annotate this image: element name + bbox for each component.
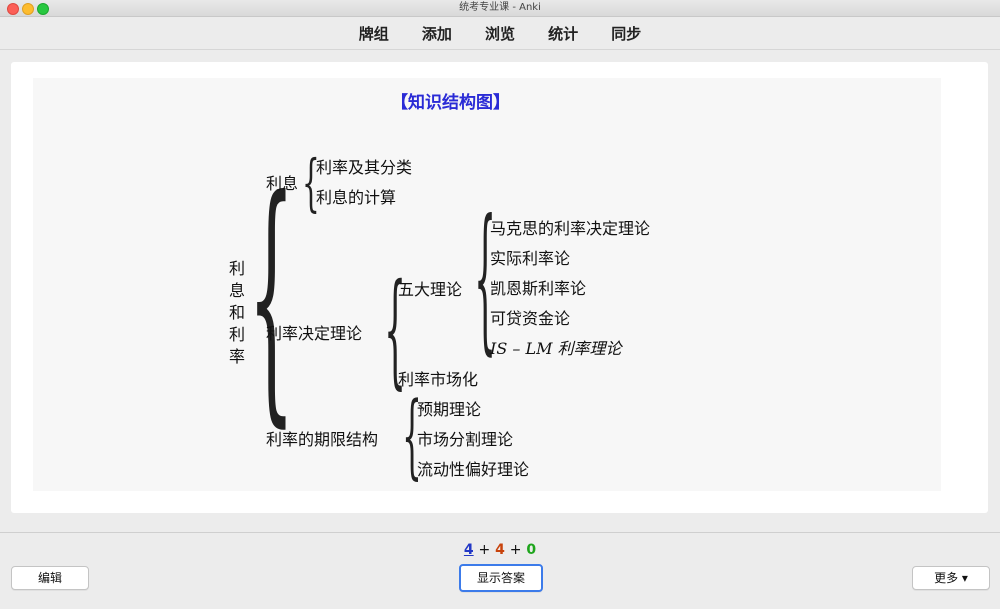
leaf-islm-theory: IS – LM 利率理论 — [490, 339, 622, 358]
leaf-rate-classification: 利率及其分类 — [316, 158, 413, 177]
bottom-divider — [0, 532, 1000, 533]
learning-count: 4 — [495, 542, 505, 558]
card-heading: 【知识结构图】 — [391, 93, 510, 113]
due-counts: 4 + 4 + 0 — [0, 542, 1000, 558]
card-image: 【知识结构图】 利息和利率 { 利息 { 利率及其分类 利息的计算 利率决定理论… — [33, 78, 941, 491]
toolbar-browse[interactable]: 浏览 — [485, 23, 515, 44]
edit-button[interactable]: 编辑 — [11, 566, 89, 590]
sub-five-theories: 五大理论 — [398, 280, 463, 299]
count-separator-2: + — [509, 542, 522, 558]
toolbar-add[interactable]: 添加 — [422, 23, 452, 44]
show-answer-button[interactable]: 显示答案 — [459, 564, 543, 592]
leaf-expectations-theory: 预期理论 — [417, 400, 482, 419]
toolbar-decks[interactable]: 牌组 — [359, 23, 389, 44]
branch-rate-determination: 利率决定理论 — [266, 324, 363, 343]
leaf-real-rate-theory: 实际利率论 — [490, 249, 571, 268]
title-bar: 统考专业课 - Anki — [0, 0, 1000, 17]
root-node: 利息和利率 — [229, 259, 246, 366]
zoom-window-icon[interactable] — [37, 3, 49, 15]
more-button[interactable]: 更多 ▾ — [912, 566, 990, 590]
leaf-market-segmentation-theory: 市场分割理论 — [417, 430, 514, 449]
card-view: 【知识结构图】 利息和利率 { 利息 { 利率及其分类 利息的计算 利率决定理论… — [11, 62, 988, 513]
close-window-icon[interactable] — [7, 3, 19, 15]
minimize-window-icon[interactable] — [22, 3, 34, 15]
leaf-keynes-theory: 凯恩斯利率论 — [490, 279, 587, 298]
main-toolbar: 牌组 添加 浏览 统计 同步 — [0, 17, 1000, 50]
leaf-marx-theory: 马克思的利率决定理论 — [490, 219, 651, 238]
leaf-loanable-funds-theory: 可贷资金论 — [490, 309, 571, 328]
window-title: 统考专业课 - Anki — [459, 2, 541, 13]
root-brace: { — [248, 144, 295, 449]
toolbar-sync[interactable]: 同步 — [611, 23, 641, 44]
branch-interest: 利息 — [266, 174, 299, 193]
leaf-liquidity-preference-theory: 流动性偏好理论 — [417, 460, 530, 479]
count-separator-1: + — [478, 542, 491, 558]
branch-term-structure: 利率的期限结构 — [266, 430, 379, 449]
toolbar-stats[interactable]: 统计 — [548, 23, 578, 44]
leaf-interest-calculation: 利息的计算 — [316, 188, 397, 207]
toolbar-nav: 牌组 添加 浏览 统计 同步 — [345, 23, 655, 44]
new-count: 4 — [463, 542, 474, 558]
review-count: 0 — [526, 542, 537, 558]
